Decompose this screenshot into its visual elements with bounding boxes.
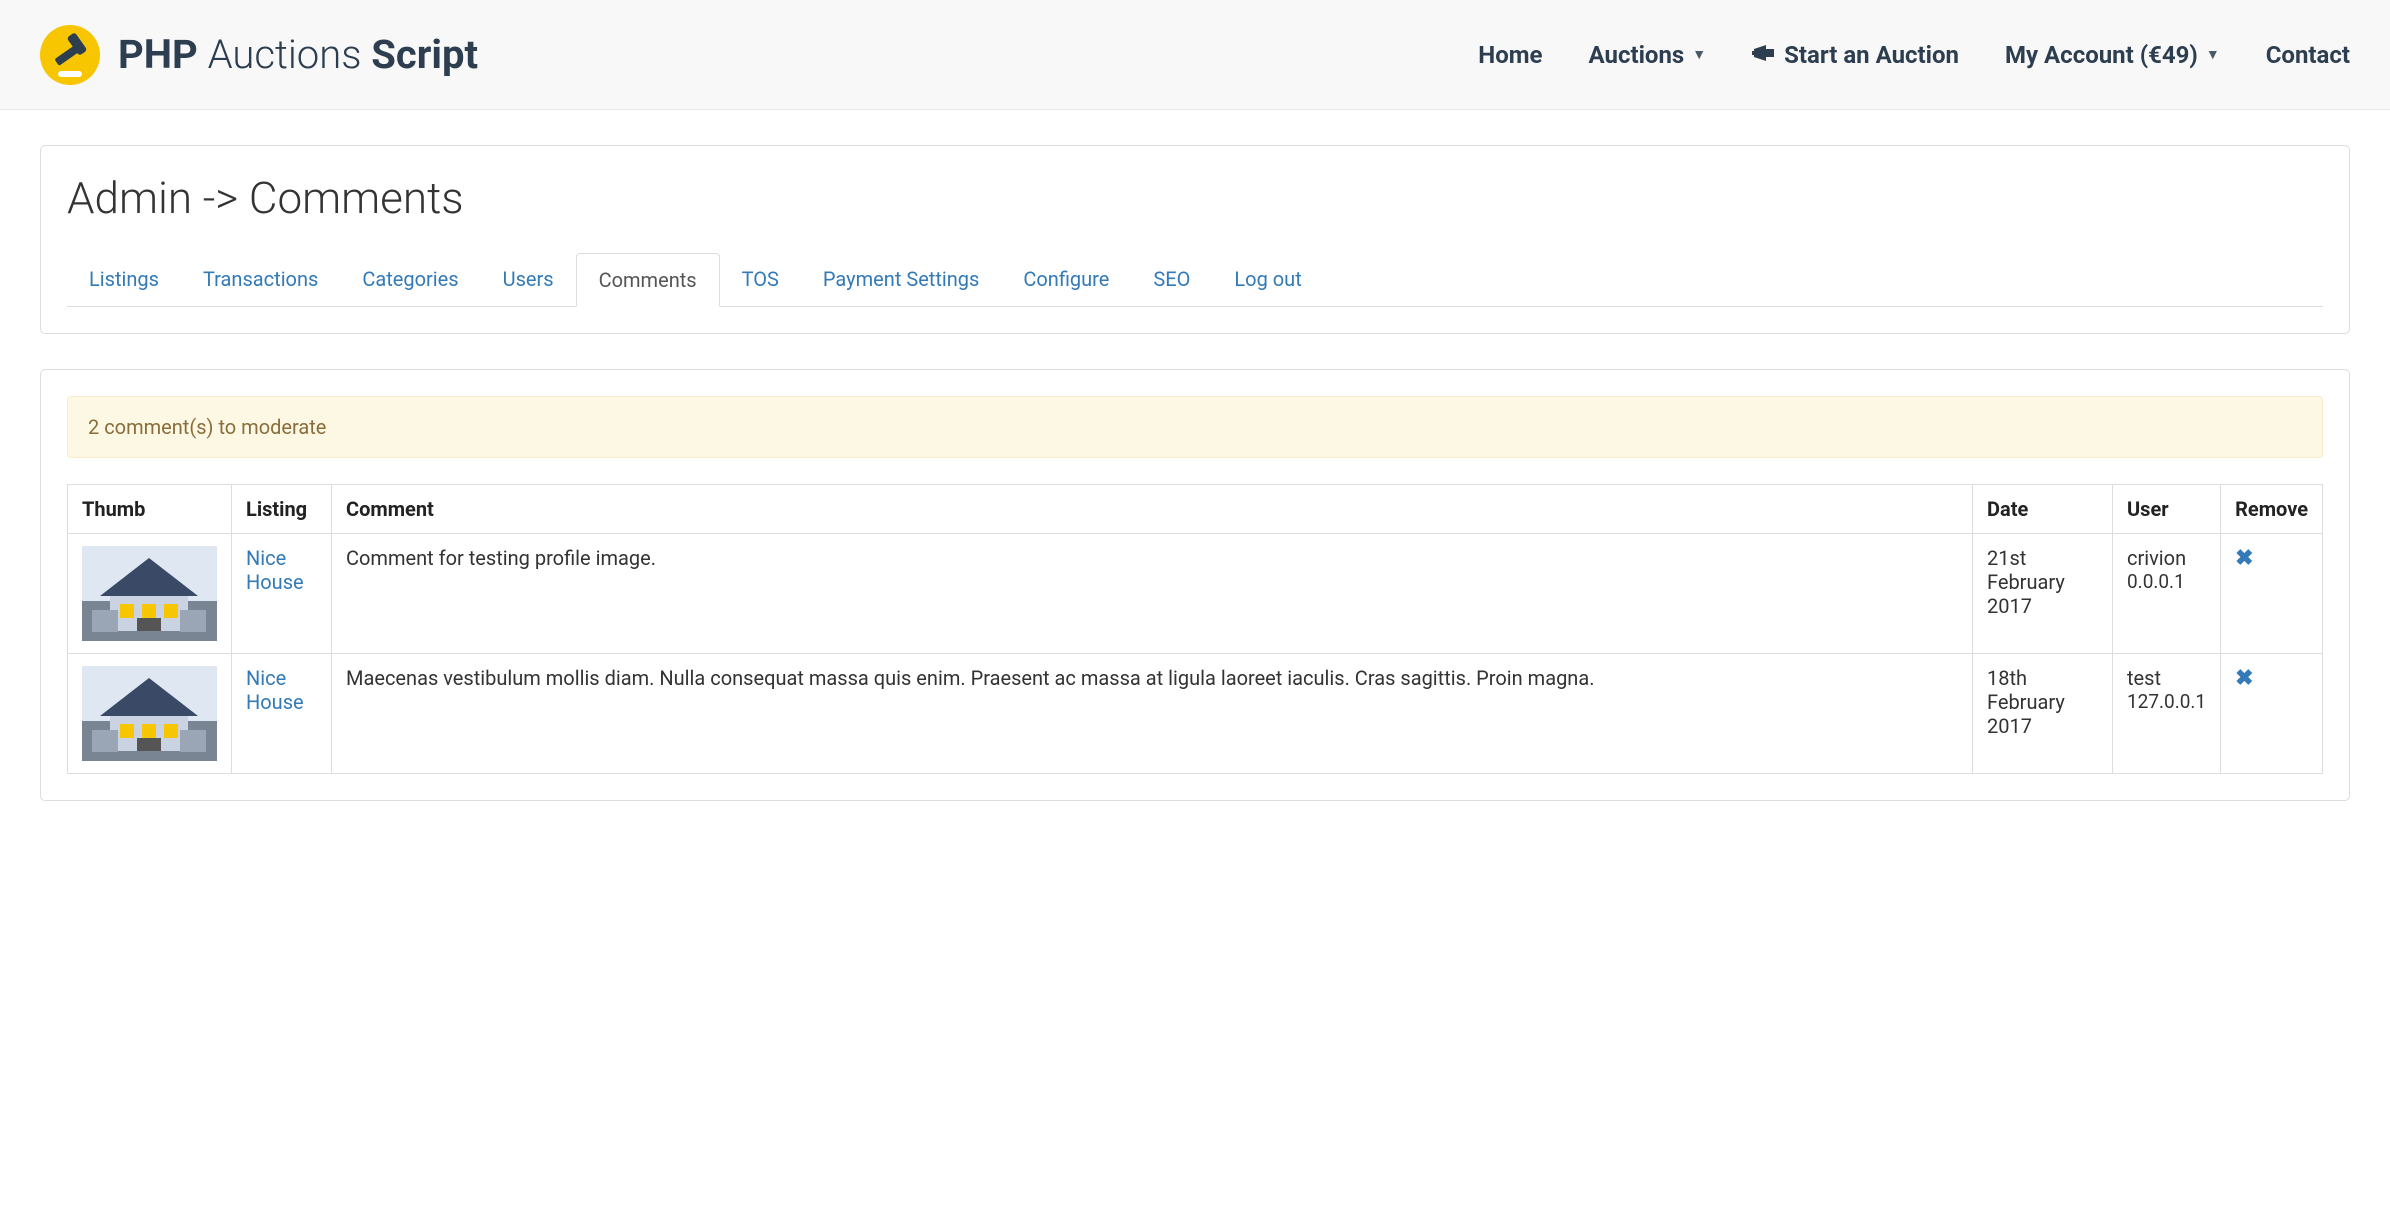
comments-panel: 2 comment(s) to moderate Thumb Listing C…: [40, 369, 2350, 801]
tab-transactions[interactable]: Transactions: [181, 253, 340, 307]
tab-comments[interactable]: Comments: [576, 253, 720, 307]
tab-listings[interactable]: Listings: [67, 253, 181, 307]
nav-account-label: My Account (€49): [2005, 41, 2198, 69]
table-header-row: Thumb Listing Comment Date User Remove: [68, 485, 2323, 534]
gavel-logo-icon: [40, 25, 100, 85]
tab-seo[interactable]: SEO: [1131, 253, 1212, 307]
thumb-cell: [68, 534, 232, 654]
listing-link[interactable]: Nice House: [246, 546, 304, 594]
date-cell: 18th February 2017: [1973, 654, 2113, 774]
user-cell: crivion 0.0.0.1: [2113, 534, 2221, 654]
tab-users[interactable]: Users: [481, 253, 576, 307]
remove-cell: ✖: [2221, 534, 2323, 654]
tab-categories[interactable]: Categories: [340, 253, 480, 307]
caret-down-icon: ▼: [2206, 46, 2220, 63]
listing-thumb-icon: [82, 546, 217, 641]
remove-icon[interactable]: ✖: [2235, 546, 2253, 571]
comment-cell: Comment for testing profile image.: [332, 534, 1973, 654]
tab-logout[interactable]: Log out: [1212, 253, 1323, 307]
nav-auctions-label: Auctions: [1589, 41, 1685, 69]
nav-auctions[interactable]: Auctions ▼: [1589, 41, 1707, 69]
nav-home[interactable]: Home: [1478, 41, 1542, 69]
nav-start-label: Start an Auction: [1784, 41, 1959, 69]
nav-my-account[interactable]: My Account (€49) ▼: [2005, 41, 2220, 69]
listing-thumb-icon: [82, 666, 217, 761]
listing-link[interactable]: Nice House: [246, 666, 304, 714]
brand-text: PHP Auctions Script: [118, 31, 478, 78]
admin-tabs: Listings Transactions Categories Users C…: [67, 252, 2323, 307]
user-ip: 127.0.0.1: [2127, 690, 2206, 713]
listing-cell: Nice House: [232, 654, 332, 774]
col-thumb: Thumb: [68, 485, 232, 534]
bullhorn-icon: [1752, 41, 1776, 69]
user-name: crivion: [2127, 546, 2206, 570]
nav-contact[interactable]: Contact: [2266, 41, 2350, 69]
user-name: test: [2127, 666, 2206, 690]
tab-payment-settings[interactable]: Payment Settings: [801, 253, 1001, 307]
col-user: User: [2113, 485, 2221, 534]
table-row: Nice House Comment for testing profile i…: [68, 534, 2323, 654]
table-row: Nice House Maecenas vestibulum mollis di…: [68, 654, 2323, 774]
moderation-alert: 2 comment(s) to moderate: [67, 396, 2323, 458]
navbar: PHP Auctions Script Home Auctions ▼ Star…: [0, 0, 2390, 110]
listing-cell: Nice House: [232, 534, 332, 654]
date-cell: 21st February 2017: [1973, 534, 2113, 654]
remove-cell: ✖: [2221, 654, 2323, 774]
comment-cell: Maecenas vestibulum mollis diam. Nulla c…: [332, 654, 1973, 774]
page-title: Admin -> Comments: [67, 172, 2323, 224]
user-ip: 0.0.0.1: [2127, 570, 2206, 593]
col-comment: Comment: [332, 485, 1973, 534]
col-listing: Listing: [232, 485, 332, 534]
remove-icon[interactable]: ✖: [2235, 666, 2253, 691]
user-cell: test 127.0.0.1: [2113, 654, 2221, 774]
tab-configure[interactable]: Configure: [1001, 253, 1131, 307]
col-remove: Remove: [2221, 485, 2323, 534]
caret-down-icon: ▼: [1692, 46, 1706, 63]
tab-tos[interactable]: TOS: [720, 253, 801, 307]
comments-table: Thumb Listing Comment Date User Remove: [67, 484, 2323, 774]
admin-panel: Admin -> Comments Listings Transactions …: [40, 145, 2350, 334]
nav-links: Home Auctions ▼ Start an Auction My Acco…: [1478, 41, 2350, 69]
col-date: Date: [1973, 485, 2113, 534]
brand[interactable]: PHP Auctions Script: [40, 25, 478, 85]
nav-start-auction[interactable]: Start an Auction: [1752, 41, 1959, 69]
thumb-cell: [68, 654, 232, 774]
